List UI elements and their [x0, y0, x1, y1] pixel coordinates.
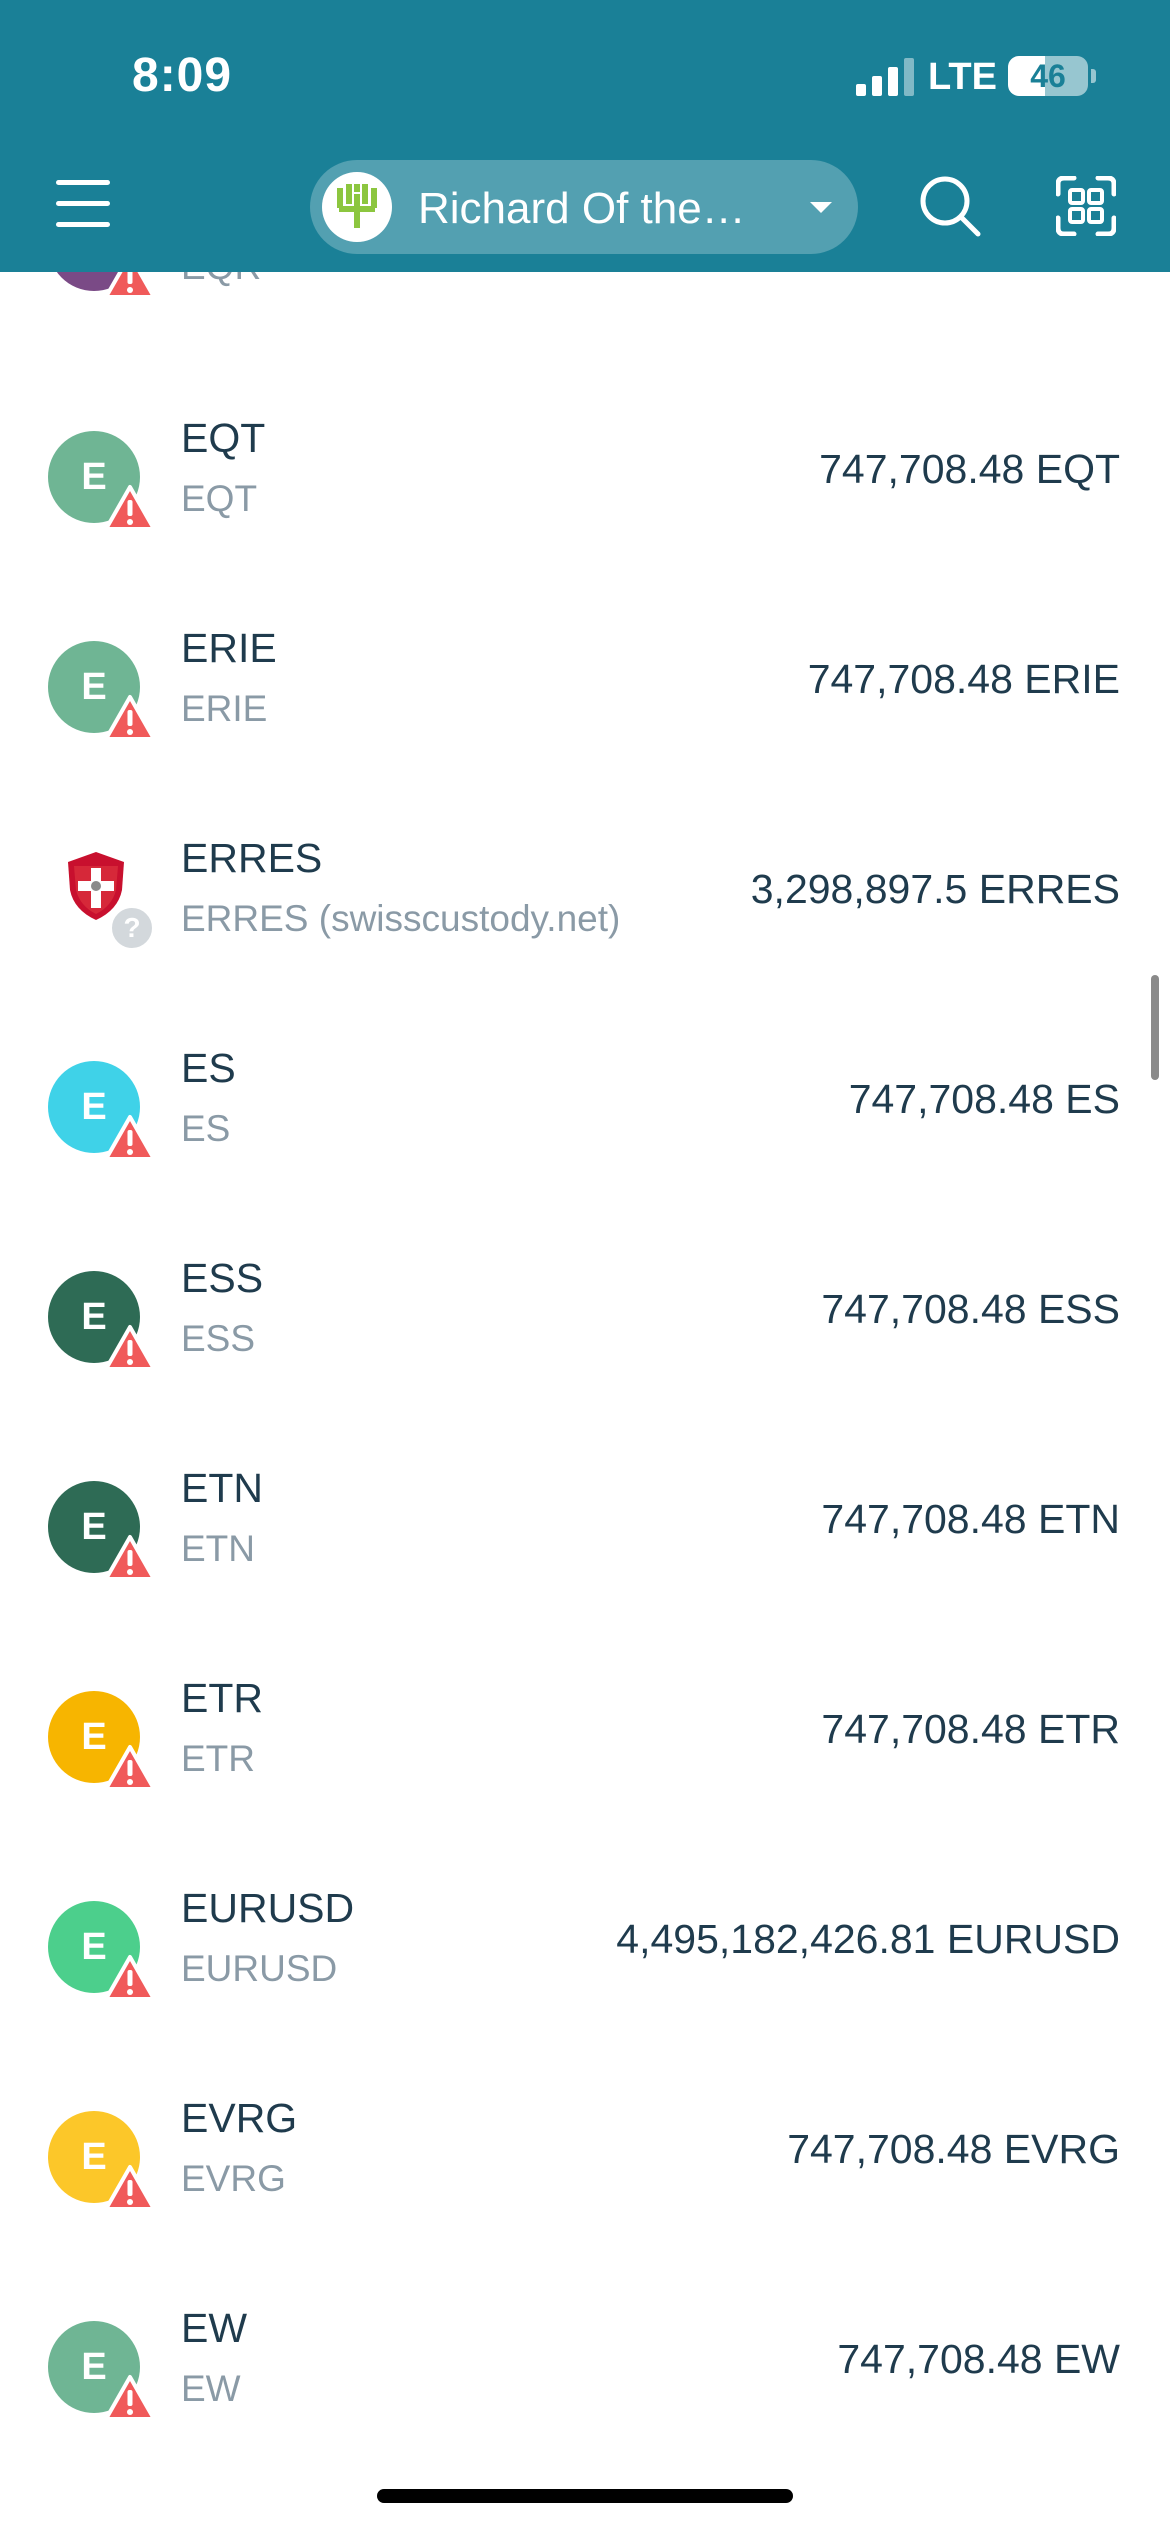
token-row-erie[interactable]: E ERIE ERIE 747,708.48 ERIE [0, 582, 1170, 792]
warning-icon [104, 1325, 156, 1371]
token-subtitle: ES [181, 1108, 231, 1149]
warning-icon [104, 485, 156, 531]
token-row-ew[interactable]: E EW EW 747,708.48 EW [0, 2262, 1170, 2472]
token-subtitle: EW [181, 2368, 241, 2409]
scrollbar[interactable] [1151, 975, 1159, 1080]
token-subtitle: EQT [181, 478, 258, 519]
token-balance: 747,708.48 ES [848, 1076, 1120, 1122]
token-balance: 747,708.48 ETN [821, 1496, 1120, 1542]
token-subtitle: EURUSD [181, 1948, 338, 1989]
warning-icon [104, 2375, 156, 2421]
token-name: ETR [181, 1675, 263, 1721]
token-row-eurusd[interactable]: E EURUSD EURUSD 4,495,182,426.81 EURUSD [0, 1842, 1170, 2052]
wallet-selector[interactable]: Richard Of the… [310, 160, 858, 254]
warning-icon [104, 1535, 156, 1581]
token-balance: 747,708.48 EW [837, 2336, 1120, 2382]
search-icon[interactable] [918, 174, 982, 238]
battery-icon: 46 [1008, 56, 1096, 98]
token-name: EW [181, 2305, 248, 2351]
token-balance: 747,708.48 EVRG [787, 2126, 1120, 2172]
warning-icon [104, 1745, 156, 1791]
token-row-eqt[interactable]: E EQT EQT 747,708.48 EQT [0, 372, 1170, 582]
token-name: ES [181, 1045, 236, 1091]
token-balance: 747,708.48 ESS [821, 1286, 1120, 1332]
unknown-token-icon: ? [108, 904, 156, 952]
token-subtitle: EVRG [181, 2158, 286, 2199]
token-name: EQT [181, 415, 266, 461]
qr-scan-icon[interactable] [1056, 176, 1116, 236]
token-balance: 747,708.48 ERIE [807, 656, 1120, 702]
token-subtitle: ETN [181, 1528, 255, 1569]
token-name: ETN [181, 1465, 263, 1511]
token-name: EVRG [181, 2095, 298, 2141]
token-balance: 4,495,182,426.81 EURUSD [616, 1916, 1120, 1962]
network-type: LTE [928, 56, 997, 98]
token-balance: 3,298,897.5 ERRES [750, 866, 1120, 912]
token-row-evrg[interactable]: E EVRG EVRG 747,708.48 EVRG [0, 2052, 1170, 2262]
warning-icon [104, 1955, 156, 2001]
wallet-name: Richard Of the… [418, 184, 746, 233]
token-row-etr[interactable]: E ETR ETR 747,708.48 ETR [0, 1632, 1170, 1842]
token-row-etn[interactable]: E ETN ETN 747,708.48 ETN [0, 1422, 1170, 1632]
token-name: ESS [181, 1255, 264, 1301]
home-indicator[interactable] [377, 2489, 793, 2503]
status-time: 8:09 [132, 49, 233, 102]
token-subtitle: ESS [181, 1318, 256, 1359]
hamburger-menu-icon[interactable] [52, 178, 116, 230]
token-subtitle: ERRES (swisscustody.net) [181, 898, 621, 939]
wallet-logo-icon [322, 172, 392, 242]
battery-percent: 46 [1030, 58, 1066, 94]
token-subtitle: ETR [181, 1738, 255, 1779]
warning-icon [104, 2165, 156, 2211]
chevron-down-icon [810, 202, 832, 213]
token-subtitle: ERIE [181, 688, 268, 729]
cellular-signal-icon [856, 58, 914, 96]
app-header: 8:09 LTE 46 Richard Of the… [0, 0, 1170, 272]
token-row-erres[interactable]: ? ERRES ERRES (swisscustody.net) 3,298,8… [0, 792, 1170, 1002]
token-name: ERIE [181, 625, 277, 671]
warning-icon [104, 1115, 156, 1161]
token-balance: 747,708.48 ETR [821, 1706, 1120, 1752]
token-list[interactable]: E EQR E EQT EQT 747,708.48 EQT E ERIE ER… [0, 0, 1170, 2532]
token-balance: 747,708.48 EQT [819, 446, 1120, 492]
token-name: EURUSD [181, 1885, 355, 1931]
warning-icon [104, 695, 156, 741]
token-row-ess[interactable]: E ESS ESS 747,708.48 ESS [0, 1212, 1170, 1422]
token-row-es[interactable]: E ES ES 747,708.48 ES [0, 1002, 1170, 1212]
token-name: ERRES [181, 835, 323, 881]
